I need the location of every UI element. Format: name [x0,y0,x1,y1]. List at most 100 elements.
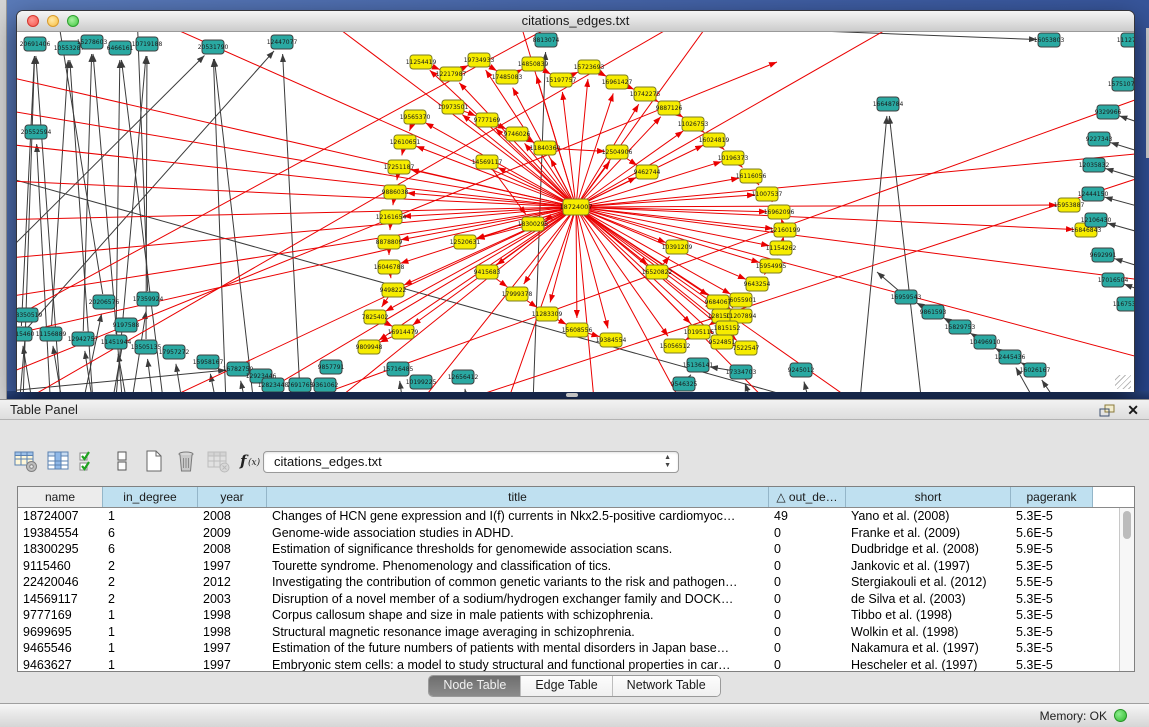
cell[interactable]: 9115460 [18,558,103,575]
graph-node[interactable]: 12504906 [602,145,633,159]
graph-node[interactable]: 12823448 [258,378,289,392]
graph-node[interactable]: 11254419 [406,55,437,69]
network-graph[interactable]: 1872400711254419122179871973493317485083… [17,32,1134,392]
cell[interactable]: Corpus callosum shape and size in male p… [267,607,769,624]
graph-node[interactable]: 18300295 [518,217,549,231]
graph-node[interactable]: 16053803 [1034,33,1065,47]
graph-node[interactable]: 11283309 [532,307,563,321]
graph-node[interactable]: 12445436 [995,350,1026,364]
graph-node[interactable]: 12656412 [448,370,479,384]
cell[interactable]: 1 [103,607,198,624]
cell[interactable]: Disruption of a novel member of a sodium… [267,591,769,608]
graph-node[interactable]: 10973501 [438,100,469,114]
table-settings-icon[interactable] [14,449,38,473]
graph-node[interactable]: 12217987 [436,67,467,81]
cell[interactable]: Changes of HCN gene expression and I(f) … [267,508,769,525]
graph-node[interactable]: 11675338 [1113,297,1134,311]
graph-node[interactable]: 10199225 [406,375,437,389]
table-panel-header[interactable]: Table Panel ✕ [0,399,1149,420]
graph-node[interactable]: 15751074 [1108,77,1134,91]
graph-node[interactable]: 10195115 [684,325,715,339]
create-table-icon[interactable] [142,449,166,473]
table-row[interactable]: 1830029562008Estimation of significance … [18,541,1119,558]
cell[interactable]: 1997 [198,657,267,673]
graph-node[interactable]: 15953887 [1054,198,1085,212]
graph-node[interactable]: 9746026 [504,127,531,141]
graph-node[interactable]: 17251187 [384,160,415,174]
graph-node[interactable]: 12520631 [450,235,481,249]
cell[interactable]: 5.6E-5 [1011,525,1093,542]
graph-node[interactable]: 6466161 [107,41,134,55]
table-row[interactable]: 969969511998Structural magnetic resonanc… [18,624,1119,641]
graph-node[interactable]: 15958167 [193,355,224,369]
graph-node[interactable]: 9684067 [705,295,732,309]
table-row[interactable]: 946362711997Embryonic stem cells: a mode… [18,657,1119,673]
cell[interactable]: 2003 [198,591,267,608]
network-canvas[interactable]: 1872400711254419122179871973493317485083… [17,32,1134,392]
graph-node[interactable]: 9361062 [312,378,339,392]
graph-node[interactable]: 8813074 [533,33,560,47]
graph-node[interactable]: 9887126 [656,101,683,115]
graph-node[interactable]: 15829753 [945,320,976,334]
graph-node[interactable]: 20552594 [21,125,52,139]
cell[interactable]: Dudbridge et al. (2008) [846,541,1011,558]
graph-node[interactable]: 8878809 [376,235,403,249]
graph-node[interactable]: 9462744 [634,165,661,179]
graph-node[interactable]: 12161654 [376,210,407,224]
cell[interactable]: 19384554 [18,525,103,542]
graph-node[interactable]: 14569117 [472,155,503,169]
table-row[interactable]: 946554611997Estimation of the future num… [18,640,1119,657]
select-all-icon[interactable] [78,449,102,473]
cell[interactable]: 5.3E-5 [1011,624,1093,641]
cell[interactable]: 0 [769,607,846,624]
graph-node[interactable]: 17016504 [1098,273,1129,287]
graph-node[interactable]: 12942757 [68,332,99,346]
cell[interactable]: 0 [769,657,846,673]
graph-node[interactable]: 13505135 [131,340,162,354]
column-header-out_de[interactable]: △ out_de… [769,487,846,507]
graph-node[interactable]: 16961427 [602,75,633,89]
graph-node[interactable]: 16026167 [1020,363,1051,377]
graph-node[interactable]: 9777169 [474,113,501,127]
graph-node[interactable]: 9861593 [920,305,947,319]
vertical-scrollbar[interactable] [1119,508,1134,671]
graph-node[interactable]: 10719188 [132,37,163,51]
cell[interactable]: 1 [103,657,198,673]
graph-node[interactable]: 11026753 [678,117,709,131]
graph-node[interactable]: 19734933 [464,53,495,67]
cell[interactable]: 5.3E-5 [1011,640,1093,657]
column-header-title[interactable]: title [267,487,769,507]
table-row[interactable]: 977716911998Corpus callosum shape and si… [18,607,1119,624]
graph-node[interactable]: 7691765 [287,378,314,392]
cell[interactable]: 2012 [198,574,267,591]
table-row[interactable]: 911546021997Tourette syndrome. Phenomeno… [18,558,1119,575]
cell[interactable]: 0 [769,640,846,657]
graph-node[interactable]: 19565370 [400,110,431,124]
graph-node[interactable]: 9643254 [744,277,771,291]
cell[interactable]: Structural magnetic resonance image aver… [267,624,769,641]
graph-node[interactable]: 16520822 [642,265,673,279]
graph-node[interactable]: 16962096 [764,205,795,219]
graph-node[interactable]: 9524851 [709,335,736,349]
graph-node[interactable]: 9115460 [17,327,35,341]
cell[interactable]: 6 [103,525,198,542]
cell[interactable]: 1998 [198,607,267,624]
graph-node[interactable]: 9415683 [474,265,501,279]
graph-node[interactable]: 18350519 [17,308,42,322]
graph-node[interactable]: 12160199 [770,223,801,237]
clear-selection-icon[interactable] [110,449,134,473]
column-header-year[interactable]: year [198,487,267,507]
graph-node[interactable]: 7825402 [362,310,389,324]
graph-node[interactable]: 17359924 [133,292,164,306]
cell[interactable]: 9463627 [18,657,103,673]
window-titlebar[interactable]: citations_edges.txt [17,11,1134,32]
scrollbar-thumb[interactable] [1123,511,1131,539]
cell[interactable]: 2008 [198,541,267,558]
graph-node[interactable]: 9245012 [788,363,815,377]
column-header-short[interactable]: short [846,487,1011,507]
cell[interactable]: 1 [103,508,198,525]
column-visibility-icon[interactable] [46,449,70,473]
column-header-in_degree[interactable]: in_degree [103,487,198,507]
graph-node[interactable]: 9498222 [380,283,407,297]
graph-node[interactable]: 14850839 [518,57,549,71]
